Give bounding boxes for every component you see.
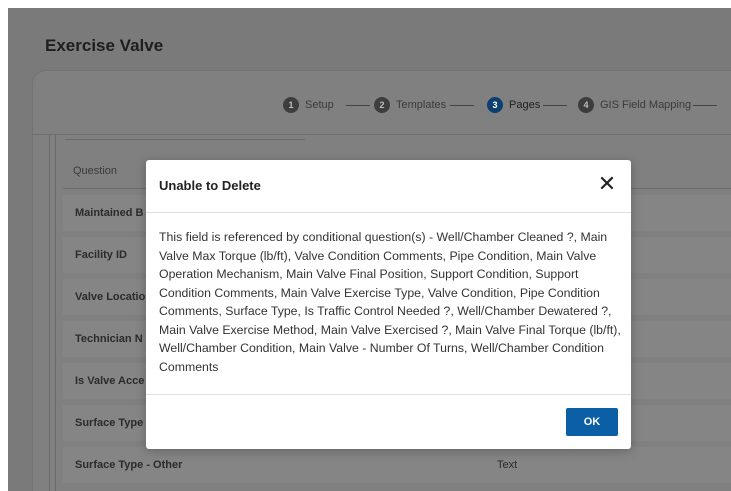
row-question: Is Valve Acce: [75, 375, 145, 387]
divider: [55, 135, 56, 491]
row-question: Technician N: [75, 333, 143, 345]
step-templates[interactable]: 2 Templates: [374, 97, 446, 113]
step-number: 3: [487, 97, 503, 113]
row-type: Text: [497, 459, 518, 471]
step-label: Templates: [396, 99, 447, 111]
step-connector: [693, 105, 717, 106]
wizard-stepper: 1 Setup 2 Templates 3 Pages 4 GIS Field …: [33, 71, 731, 135]
row-question: Surface Type: [75, 417, 144, 429]
dialog-footer: OK: [146, 394, 631, 449]
step-gis-field-mapping[interactable]: 4 GIS Field Mapping: [578, 97, 691, 113]
row-question: Facility ID: [75, 249, 127, 261]
close-icon[interactable]: ✕: [595, 172, 619, 196]
step-number: 4: [578, 97, 594, 113]
step-connector: [346, 105, 370, 106]
step-number: 2: [374, 97, 390, 113]
step-label: Pages: [509, 99, 541, 111]
dialog-title: Unable to Delete: [159, 178, 261, 193]
unable-to-delete-dialog: Unable to Delete ✕ This field is referen…: [146, 160, 631, 449]
row-question: Surface Type - Other: [75, 459, 183, 471]
divider: [49, 135, 50, 491]
divider: [65, 139, 305, 140]
table-row[interactable]: Surface Type - Other Text: [63, 447, 731, 483]
row-question: Valve Locatio: [75, 291, 146, 303]
step-connector: [450, 105, 474, 106]
step-label: GIS Field Mapping: [600, 99, 692, 111]
step-pages[interactable]: 3 Pages: [487, 97, 540, 113]
dialog-message: This field is referenced by conditional …: [159, 230, 621, 374]
dialog-header: Unable to Delete ✕: [146, 160, 631, 213]
ok-button[interactable]: OK: [566, 408, 618, 436]
step-number: 1: [283, 97, 299, 113]
row-question: Maintained B: [75, 207, 144, 219]
step-setup[interactable]: 1 Setup: [283, 97, 334, 113]
page-title: Exercise Valve: [45, 36, 164, 55]
step-label: Setup: [305, 99, 334, 111]
step-connector: [543, 105, 567, 106]
